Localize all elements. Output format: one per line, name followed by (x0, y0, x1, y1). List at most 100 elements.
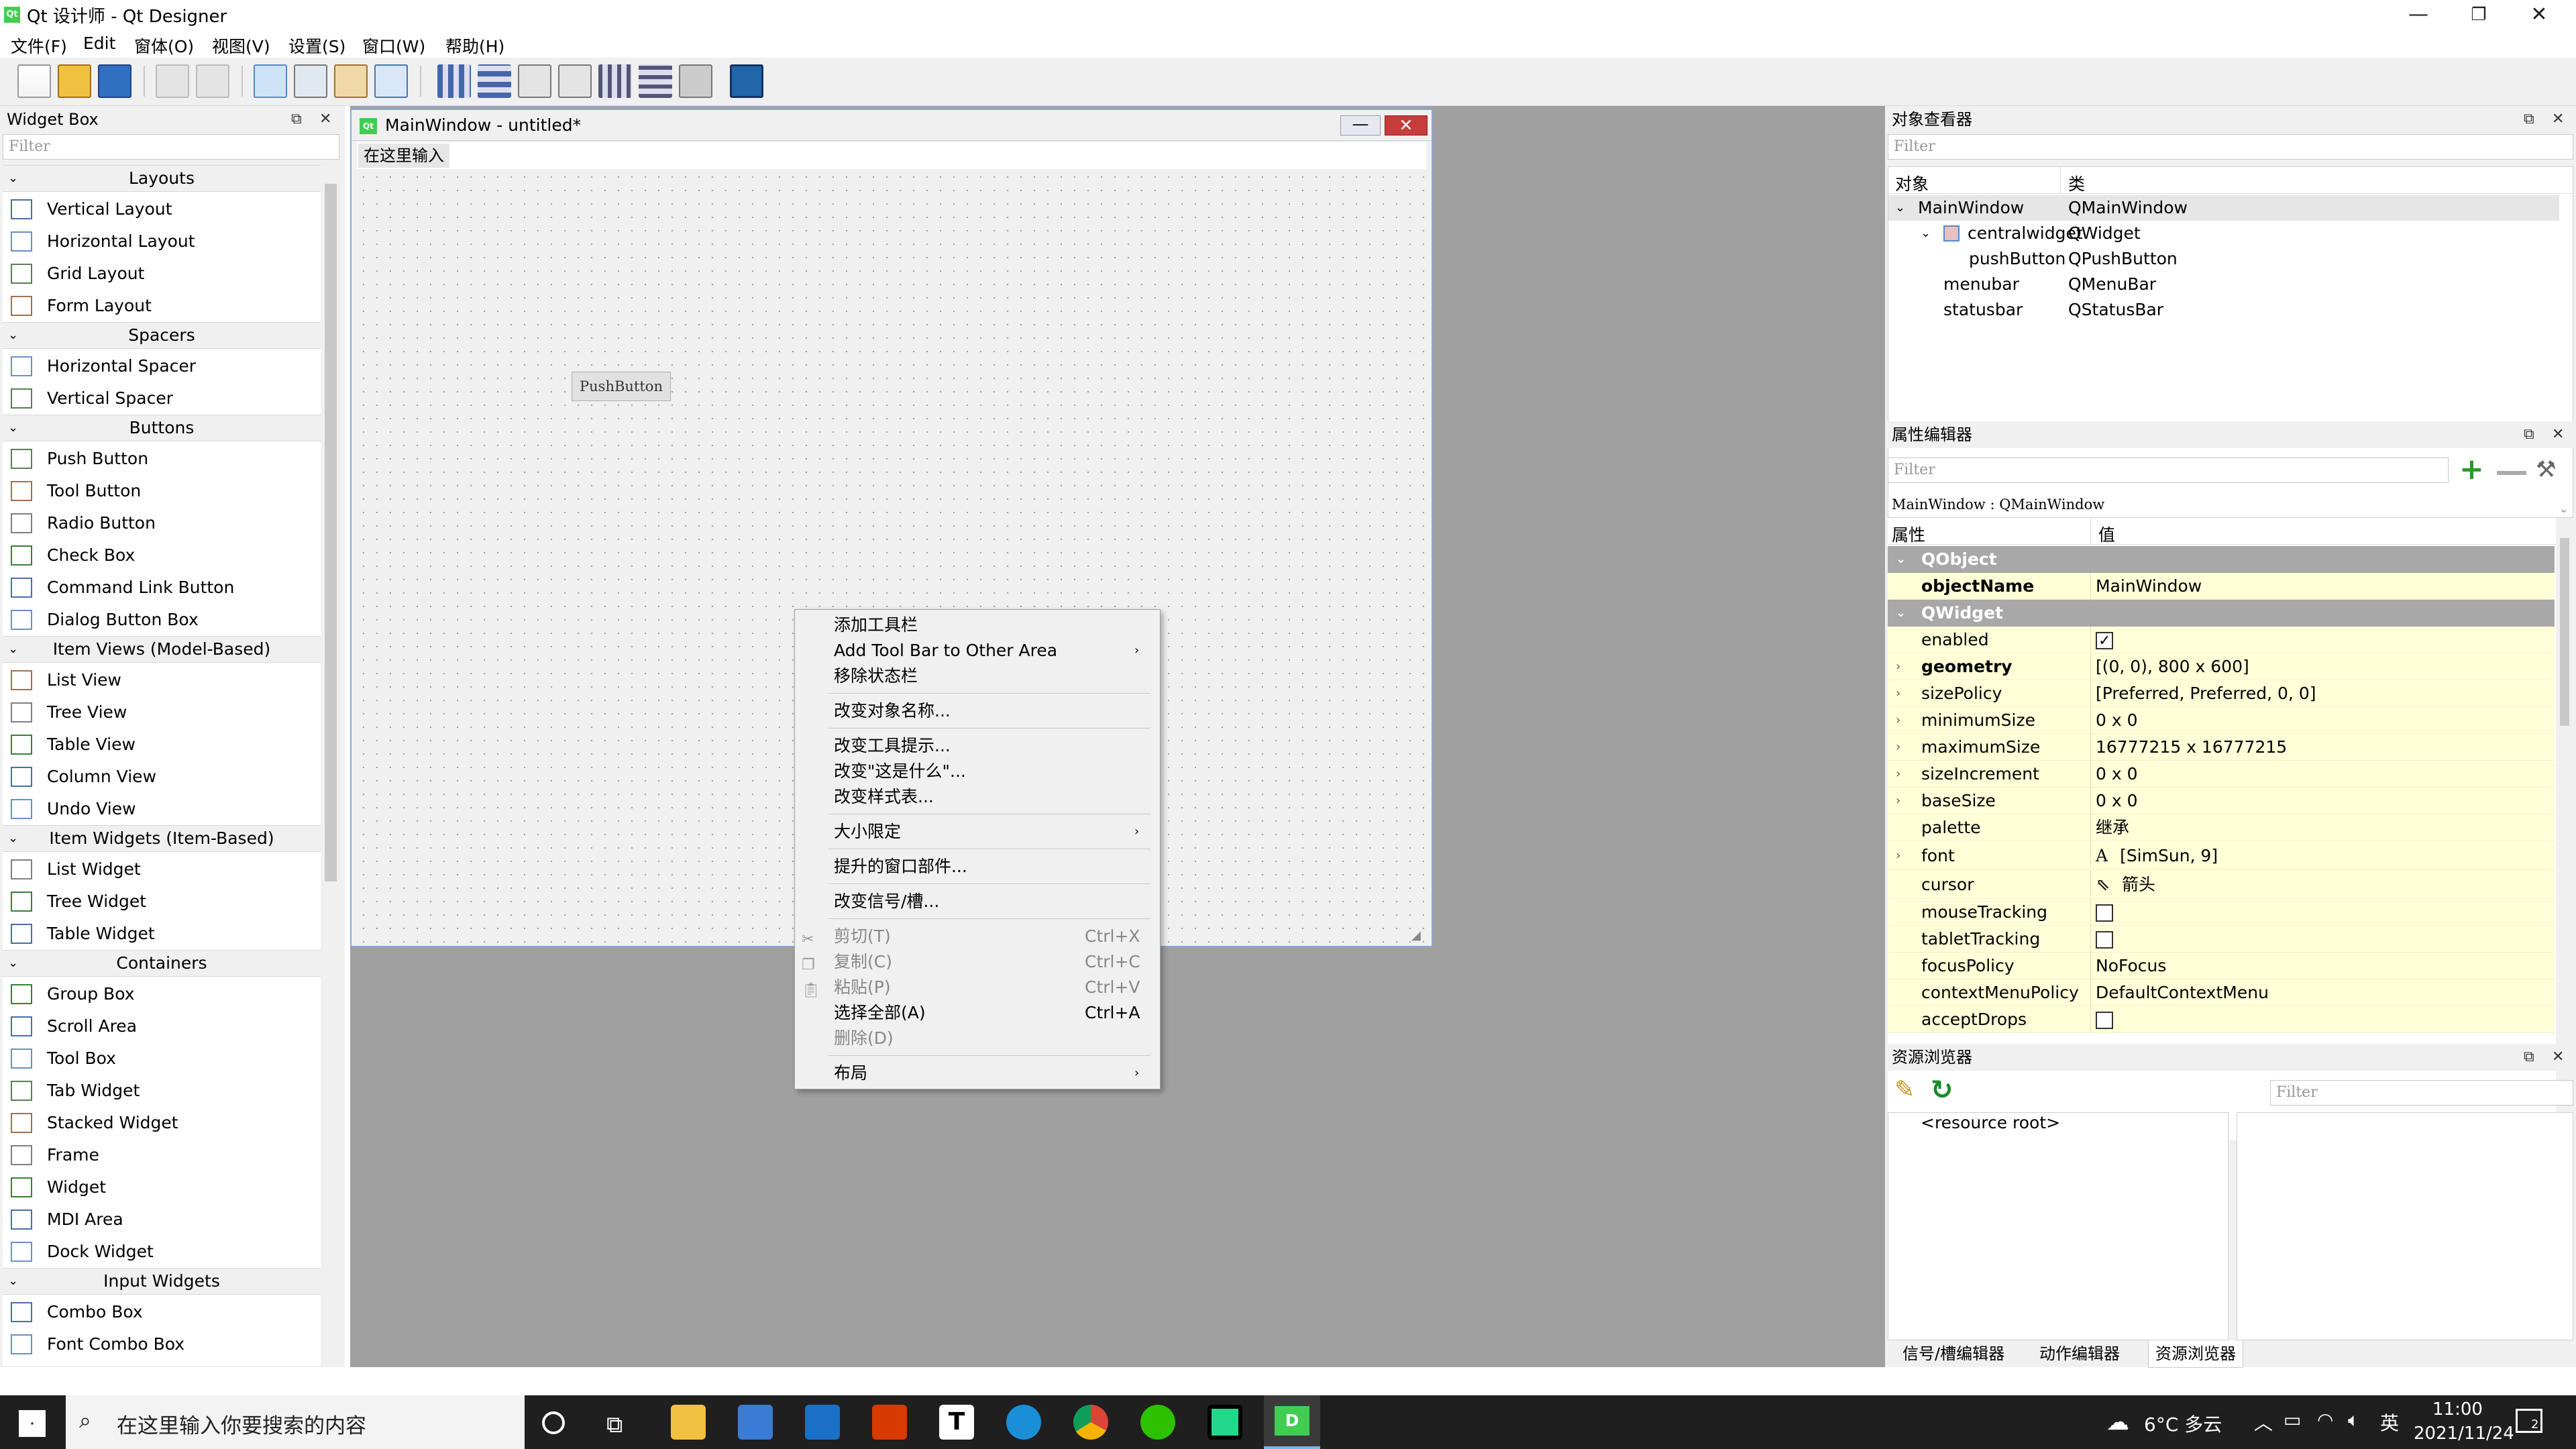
context-menu-item[interactable]: 📋︎ 粘贴(P) Ctrl+V (795, 975, 1160, 1000)
bring-to-front-icon[interactable] (196, 64, 229, 98)
property-value[interactable]: 0 x 0 (2096, 788, 2138, 814)
chevron-right-icon[interactable]: › (1896, 653, 1900, 680)
chevron-right-icon[interactable]: › (1896, 734, 1900, 761)
widget-tab-widget[interactable]: Tab Widget (3, 1075, 321, 1107)
widget-command-link-button[interactable]: Command Link Button (3, 572, 321, 604)
show-hidden-icons[interactable]: ︿ (2254, 1409, 2273, 1436)
clock-time[interactable]: 11:00 (2432, 1399, 2483, 1419)
close-dock-icon[interactable]: ✕ (319, 106, 331, 133)
battery-icon[interactable]: ▭ (2284, 1409, 2301, 1431)
context-menu-item[interactable]: 移除状态栏 (795, 663, 1160, 689)
chevron-right-icon[interactable]: › (1896, 788, 1900, 814)
property-group-qwidget[interactable]: ⌄ QWidget (1888, 600, 2555, 627)
menu-edit[interactable]: Edit (83, 34, 115, 53)
context-menu-item[interactable]: 删除(D) (795, 1026, 1160, 1051)
widget-vertical-spacer[interactable]: Vertical Spacer (3, 382, 321, 415)
context-menu-item[interactable]: 改变对象名称... (795, 698, 1160, 724)
form-close-icon[interactable]: ✕ (1385, 115, 1428, 136)
adjust-size-icon[interactable] (730, 64, 763, 98)
store-icon[interactable] (738, 1405, 773, 1440)
context-menu-item[interactable]: 布局 › (795, 1061, 1160, 1086)
float-icon[interactable]: ⧉ (291, 106, 302, 133)
context-menu-item[interactable]: 大小限定 › (795, 819, 1160, 845)
widget-scroll-area[interactable]: Scroll Area (3, 1010, 321, 1042)
property-row-geometry[interactable]: › geometry [(0, 0), 800 x 600] (1888, 653, 2555, 680)
property-value[interactable]: NoFocus (2096, 953, 2166, 979)
qt-designer-task[interactable]: D (1264, 1395, 1320, 1449)
break-layout-icon[interactable] (679, 64, 712, 98)
widget-table-widget[interactable]: Table Widget (3, 918, 321, 950)
widget-box-scrollbar[interactable] (322, 165, 339, 1366)
property-value[interactable]: 16777215 x 16777215 (2096, 734, 2287, 761)
object-inspector-filter-input[interactable]: Filter (1888, 134, 2573, 160)
taskbar-search-box[interactable]: ⌕ 在这里输入你要搜索的内容 (66, 1395, 525, 1449)
lay-out-vertically-icon[interactable] (478, 64, 511, 98)
weather-text[interactable]: 6°C 多云 (2144, 1410, 2222, 1437)
property-value[interactable]: [(0, 0), 800 x 600] (2096, 653, 2249, 680)
property-group-qobject[interactable]: ⌄ QObject (1888, 546, 2555, 573)
widget-mdi-area[interactable]: MDI Area (3, 1203, 321, 1236)
category-input-widgets[interactable]: ⌄ Input Widgets (3, 1268, 321, 1295)
widget-frame[interactable]: Frame (3, 1139, 321, 1171)
horizontal-splitter-icon[interactable] (518, 64, 551, 98)
widget-vertical-layout[interactable]: Vertical Layout (3, 193, 321, 225)
widget-tree-widget[interactable]: Tree Widget (3, 885, 321, 918)
push-button[interactable]: PushButton (572, 372, 671, 401)
property-checkbox[interactable] (2096, 628, 2113, 655)
chevron-right-icon[interactable]: › (1896, 761, 1900, 788)
widget-undo-view[interactable]: Undo View (3, 793, 321, 825)
menu-help[interactable]: 帮助(H) (445, 34, 504, 58)
property-row-enabled[interactable]: enabled (1888, 627, 2555, 655)
category-buttons[interactable]: ⌄ Buttons (3, 415, 321, 441)
float-icon[interactable]: ⧉ (2524, 106, 2534, 133)
widget-font-combo-box[interactable]: Font Combo Box (3, 1328, 321, 1360)
object-tree-row[interactable]: ⌄ centralwidget QWidget (1888, 221, 2559, 246)
property-row-contextmenupolicy[interactable]: contextMenuPolicy DefaultContextMenu (1888, 979, 2555, 1006)
menu-form[interactable]: 窗体(O) (134, 34, 194, 58)
configure-wrench-icon[interactable]: ⚒ (2536, 456, 2556, 483)
context-menu-item[interactable]: 改变工具提示... (795, 733, 1160, 759)
property-row-cursor[interactable]: cursor ⇖ 箭头 (1888, 870, 2555, 899)
chevron-down-icon[interactable]: ⌄ (1921, 221, 1931, 246)
widget-group-box[interactable]: Group Box (3, 978, 321, 1010)
minimize-icon[interactable]: — (2388, 0, 2449, 31)
start-windows-icon[interactable] (19, 1410, 46, 1437)
widget-tool-button[interactable]: Tool Button (3, 475, 321, 507)
context-menu-item[interactable]: ✂ 剪切(T) Ctrl+X (795, 924, 1160, 949)
ime-indicator[interactable]: 英 (2380, 1409, 2399, 1436)
close-dock-icon[interactable]: ✕ (2552, 106, 2564, 133)
chevron-down-icon[interactable]: ⌄ (1895, 195, 1905, 221)
widget-check-box[interactable]: Check Box (3, 539, 321, 572)
weather-icon[interactable]: ☁ (2106, 1409, 2129, 1436)
property-row-basesize[interactable]: › baseSize 0 x 0 (1888, 788, 2555, 814)
volume-icon[interactable]: 🔈︎ (2348, 1409, 2359, 1432)
property-value[interactable]: DefaultContextMenu (2096, 979, 2269, 1006)
menu-file[interactable]: 文件(F) (11, 34, 67, 58)
edit-buddies-icon[interactable] (334, 64, 368, 98)
cortana-icon[interactable] (542, 1411, 565, 1434)
form-minimize-icon[interactable]: — (1340, 115, 1381, 136)
form-layout-icon[interactable] (639, 64, 672, 98)
context-menu-item[interactable]: 添加工具栏 (795, 612, 1160, 638)
close-dock-icon[interactable]: ✕ (2552, 1044, 2564, 1071)
property-value[interactable]: 0 x 0 (2096, 761, 2138, 788)
property-value[interactable]: ⇖ 箭头 (2096, 870, 2155, 899)
property-checkbox[interactable] (2096, 931, 2113, 949)
edit-resources-icon[interactable]: ✎ (1894, 1076, 1915, 1104)
pycharm-icon[interactable] (1208, 1405, 1242, 1440)
context-menu-item[interactable]: 提升的窗口部件... (795, 854, 1160, 879)
property-row-sizeincrement[interactable]: › sizeIncrement 0 x 0 (1888, 761, 2555, 788)
property-value[interactable]: 继承 (2096, 814, 2129, 841)
clock-date[interactable]: 2021/11/24 (2414, 1424, 2514, 1444)
category-spacers[interactable]: ⌄ Spacers (3, 322, 321, 349)
property-row-tablettracking[interactable]: tabletTracking (1888, 926, 2555, 953)
widget-horizontal-layout[interactable]: Horizontal Layout (3, 225, 321, 258)
resize-grip-icon[interactable]: ◢ (1411, 928, 1421, 943)
typora-icon[interactable]: T (939, 1405, 974, 1440)
property-row-acceptdrops[interactable]: acceptDrops (1888, 1006, 2555, 1033)
widget-column-view[interactable]: Column View (3, 761, 321, 793)
widget-horizontal-spacer[interactable]: Horizontal Spacer (3, 350, 321, 382)
reload-icon[interactable]: ↻ (1931, 1075, 1953, 1106)
widget-tree-view[interactable]: Tree View (3, 696, 321, 729)
widget-dialog-button-box[interactable]: Dialog Button Box (3, 604, 321, 636)
